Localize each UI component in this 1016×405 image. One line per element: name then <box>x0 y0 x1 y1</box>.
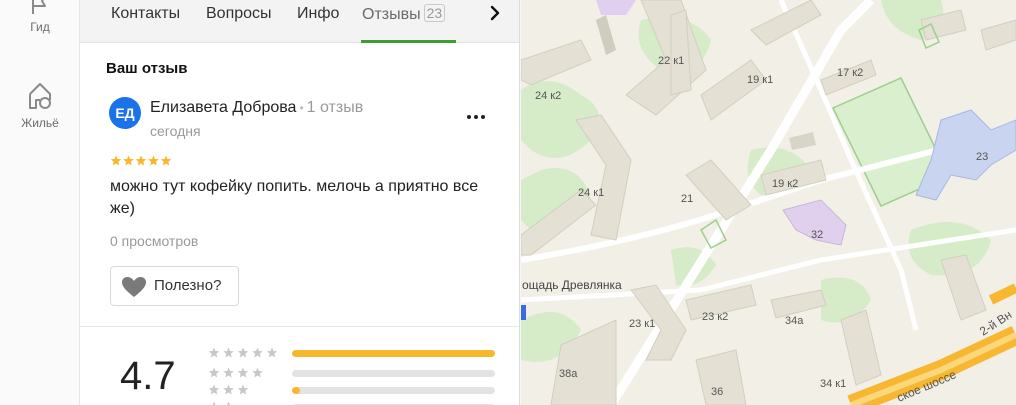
rail-housing-label: Жильё <box>21 116 59 130</box>
map-label-21: 21 <box>681 193 693 205</box>
housing-icon <box>29 83 51 109</box>
map-label-34k1: 34 к1 <box>820 378 846 390</box>
map-label-24k2: 24 к2 <box>535 90 561 102</box>
star-icon <box>227 401 230 405</box>
review-author: Елизавета Доброва • 1 отзыв <box>150 99 363 117</box>
tab-questions[interactable]: Вопросы <box>206 4 272 24</box>
reviews-count-badge: 23 <box>423 4 446 22</box>
star-icon <box>252 367 263 378</box>
separator-dot: • <box>299 101 304 115</box>
place-panel: Контакты Вопросы Инфо Отзывы 23 Ваш отзыв… <box>80 0 520 405</box>
tab-bar: Контакты Вопросы Инфо Отзывы 23 <box>80 0 519 43</box>
rating-row-4 <box>208 367 498 379</box>
star-icon <box>223 367 234 378</box>
map-label-36: 36 <box>711 386 723 398</box>
map-label-square: ощадь Древлянка <box>522 278 622 292</box>
star-icon <box>135 155 147 166</box>
views-count: 0 просмотров <box>110 233 199 249</box>
map-label-23k2: 23 к2 <box>702 311 728 323</box>
map-label-24k1: 24 к1 <box>578 187 604 199</box>
map-label-23: 23 <box>976 151 988 163</box>
rating-row-bar <box>292 350 495 357</box>
star-icon <box>212 401 216 405</box>
star-icon <box>148 155 159 166</box>
rating-row-stars <box>208 367 263 378</box>
avatar[interactable]: ЕД <box>109 97 141 129</box>
rating-row-3 <box>208 384 498 396</box>
rail-housing[interactable]: Жильё <box>0 80 80 130</box>
map-label-19k1: 19 к1 <box>747 74 773 86</box>
tab-reviews-label: Отзывы <box>362 6 421 23</box>
rating-row-stars <box>212 401 230 405</box>
map-label-22k1: 22 к1 <box>658 55 684 67</box>
tab-reviews[interactable]: Отзывы 23 <box>362 4 446 25</box>
rating-row-2 <box>208 401 498 405</box>
star-icon <box>252 347 263 358</box>
active-tab-indicator <box>361 40 456 43</box>
map-label-34a: 34а <box>785 315 804 327</box>
section-title: Ваш отзыв <box>106 60 188 77</box>
star-icon <box>237 367 249 378</box>
rating-row-stars <box>208 347 278 358</box>
star-icon <box>223 384 234 395</box>
rating-row-5 <box>208 347 498 359</box>
guide-icon <box>32 0 46 14</box>
chevron-right-icon[interactable] <box>486 4 504 22</box>
rating-row-bar <box>292 387 495 394</box>
useful-button[interactable]: Полезно? <box>110 266 239 306</box>
review-stars <box>110 155 172 166</box>
star-icon <box>266 347 278 358</box>
map-label-17k2: 17 к2 <box>837 67 863 79</box>
star-icon <box>160 155 172 166</box>
star-icon <box>208 347 220 358</box>
left-rail: Гид Жильё <box>0 0 80 405</box>
rating-row-stars <box>208 384 249 395</box>
heart-icon <box>122 277 146 297</box>
average-rating: 4.7 <box>120 354 176 398</box>
star-icon <box>223 347 234 358</box>
more-options-icon[interactable] <box>464 104 488 124</box>
author-name[interactable]: Елизавета Доброва <box>150 99 296 116</box>
tab-contacts[interactable]: Контакты <box>111 4 180 24</box>
rating-row-fill <box>292 387 301 394</box>
map-label-32: 32 <box>811 229 823 241</box>
rail-guide[interactable]: Гид <box>0 0 80 36</box>
star-icon <box>237 347 249 358</box>
review-date: сегодня <box>150 123 201 139</box>
map-label-38a: 38а <box>559 368 578 380</box>
tab-info[interactable]: Инфо <box>297 4 339 24</box>
star-icon <box>123 155 134 166</box>
divider <box>80 326 519 327</box>
star-icon <box>237 384 249 395</box>
map-label-23k1: 23 к1 <box>629 318 655 330</box>
author-review-count: 1 отзыв <box>306 99 364 116</box>
map-canvas[interactable]: 22 к1 24 к2 19 к1 17 к2 23 24 к1 21 19 к… <box>521 0 1016 405</box>
review-text: можно тут кофейку попить. мелочь а прият… <box>110 178 479 217</box>
star-icon <box>110 155 122 166</box>
useful-label: Полезно? <box>154 277 222 294</box>
star-icon <box>208 384 220 395</box>
map[interactable]: 22 к1 24 к2 19 к1 17 к2 23 24 к1 21 19 к… <box>521 0 1016 405</box>
map-label-19k2: 19 к2 <box>772 178 798 190</box>
rating-row-bar <box>292 370 495 377</box>
star-icon <box>208 367 220 378</box>
rail-guide-label: Гид <box>30 20 50 34</box>
rating-row-fill <box>292 350 495 357</box>
